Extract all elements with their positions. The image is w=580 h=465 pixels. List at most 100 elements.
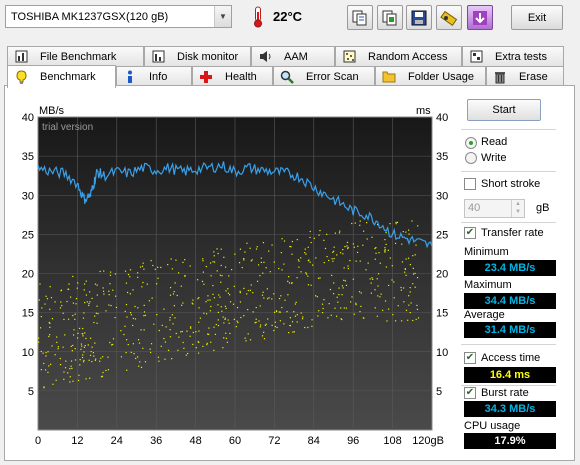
access-time-point bbox=[215, 323, 217, 326]
access-time-point bbox=[124, 270, 127, 272]
access-time-point bbox=[224, 266, 227, 268]
divider bbox=[461, 344, 556, 345]
access-time-point bbox=[280, 295, 282, 297]
access-time-point bbox=[338, 287, 340, 289]
access-time-point bbox=[355, 260, 357, 262]
y2-tick-label: 40 bbox=[436, 112, 448, 124]
access-time-point bbox=[310, 241, 312, 244]
access-time-point bbox=[100, 357, 102, 359]
access-time-point bbox=[385, 231, 387, 234]
transfer-rate-label: Transfer rate bbox=[481, 227, 544, 239]
access-time-point bbox=[326, 233, 328, 235]
access-time-point bbox=[263, 331, 265, 333]
y-tick-label: 5 bbox=[28, 386, 34, 398]
access-time-point bbox=[49, 334, 51, 336]
access-time-point bbox=[307, 260, 309, 262]
tab-erase[interactable]: Erase bbox=[486, 66, 564, 86]
short-stroke-size-input[interactable]: 40 ▲ ▼ bbox=[464, 199, 525, 218]
access-time-point bbox=[339, 252, 342, 254]
access-time-point bbox=[256, 280, 259, 282]
access-time-point bbox=[371, 236, 373, 238]
burst-rate-checkbox[interactable]: ✔ bbox=[464, 387, 476, 399]
access-time-point bbox=[115, 306, 118, 309]
access-time-point bbox=[318, 234, 320, 236]
tab-extra-tests[interactable]: Extra tests bbox=[462, 46, 564, 66]
access-time-point bbox=[283, 263, 285, 265]
short-stroke-checkbox[interactable] bbox=[464, 178, 476, 190]
tab-benchmark[interactable]: Benchmark bbox=[7, 65, 116, 88]
right-unit-label: ms bbox=[416, 105, 431, 117]
access-time-point bbox=[387, 308, 390, 310]
access-time-point bbox=[202, 258, 204, 260]
download-button[interactable] bbox=[467, 5, 493, 30]
access-time-point bbox=[317, 315, 319, 317]
access-time-point bbox=[67, 288, 69, 290]
start-button[interactable]: Start bbox=[467, 99, 541, 121]
access-time-point bbox=[146, 283, 148, 285]
access-time-point bbox=[255, 306, 257, 309]
access-time-point bbox=[70, 345, 72, 348]
access-time-point bbox=[209, 310, 211, 312]
access-time-point bbox=[90, 350, 92, 353]
access-time-point bbox=[91, 360, 93, 363]
access-time-point bbox=[67, 372, 69, 374]
access-time-point bbox=[39, 327, 42, 329]
access-time-point bbox=[394, 242, 397, 245]
access-time-point bbox=[195, 331, 197, 333]
access-time-point bbox=[48, 365, 50, 367]
access-time-point bbox=[313, 237, 315, 239]
access-time-point bbox=[224, 317, 226, 319]
access-time-point bbox=[377, 295, 379, 297]
access-time-point bbox=[221, 275, 223, 277]
access-time-point bbox=[110, 304, 112, 307]
access-time-point bbox=[256, 246, 258, 248]
access-time-point bbox=[48, 335, 50, 338]
access-time-point bbox=[409, 312, 411, 314]
access-time-point bbox=[209, 262, 212, 264]
exit-button[interactable]: Exit bbox=[511, 5, 563, 30]
access-time-point bbox=[83, 312, 85, 314]
access-time-point bbox=[213, 349, 215, 351]
access-time-point bbox=[262, 272, 264, 274]
access-time-point bbox=[304, 248, 306, 250]
access-time-point bbox=[315, 257, 317, 259]
access-time-point bbox=[74, 318, 76, 320]
access-time-point bbox=[197, 298, 199, 300]
access-time-point bbox=[74, 348, 76, 350]
spinner-arrows-icon[interactable]: ▲ ▼ bbox=[511, 200, 524, 217]
access-time-point bbox=[143, 304, 145, 306]
access-time-point bbox=[291, 321, 294, 323]
y2-tick-label: 35 bbox=[436, 151, 448, 163]
access-time-checkbox[interactable]: ✔ bbox=[464, 352, 476, 364]
access-time-point bbox=[157, 356, 160, 358]
access-time-point bbox=[102, 356, 104, 358]
access-time-point bbox=[263, 338, 266, 340]
access-time-point bbox=[403, 301, 405, 303]
access-time-point bbox=[102, 290, 105, 292]
access-time-point bbox=[189, 265, 191, 267]
access-time-point bbox=[309, 236, 311, 239]
write-radio[interactable] bbox=[465, 152, 477, 164]
access-time-point bbox=[207, 333, 209, 335]
access-time-point bbox=[385, 266, 387, 268]
access-time-point bbox=[99, 360, 101, 362]
access-time-point bbox=[56, 336, 58, 338]
access-time-point bbox=[169, 329, 171, 331]
access-time-point bbox=[243, 259, 245, 261]
access-time-point bbox=[130, 314, 132, 316]
read-radio[interactable] bbox=[465, 137, 477, 149]
access-time-point bbox=[62, 346, 64, 348]
access-time-point bbox=[95, 358, 97, 360]
access-time-point bbox=[71, 350, 73, 352]
access-time-point bbox=[38, 341, 40, 343]
access-time-point bbox=[99, 270, 101, 273]
access-time-point bbox=[78, 327, 81, 330]
access-time-point bbox=[232, 303, 235, 305]
access-time-point bbox=[60, 290, 62, 292]
access-time-point bbox=[109, 283, 111, 285]
x-tick-label: 72 bbox=[268, 435, 280, 447]
access-time-point bbox=[319, 229, 321, 232]
access-time-point bbox=[72, 380, 74, 382]
access-time-point bbox=[319, 277, 321, 279]
transfer-rate-checkbox[interactable]: ✔ bbox=[464, 227, 476, 239]
